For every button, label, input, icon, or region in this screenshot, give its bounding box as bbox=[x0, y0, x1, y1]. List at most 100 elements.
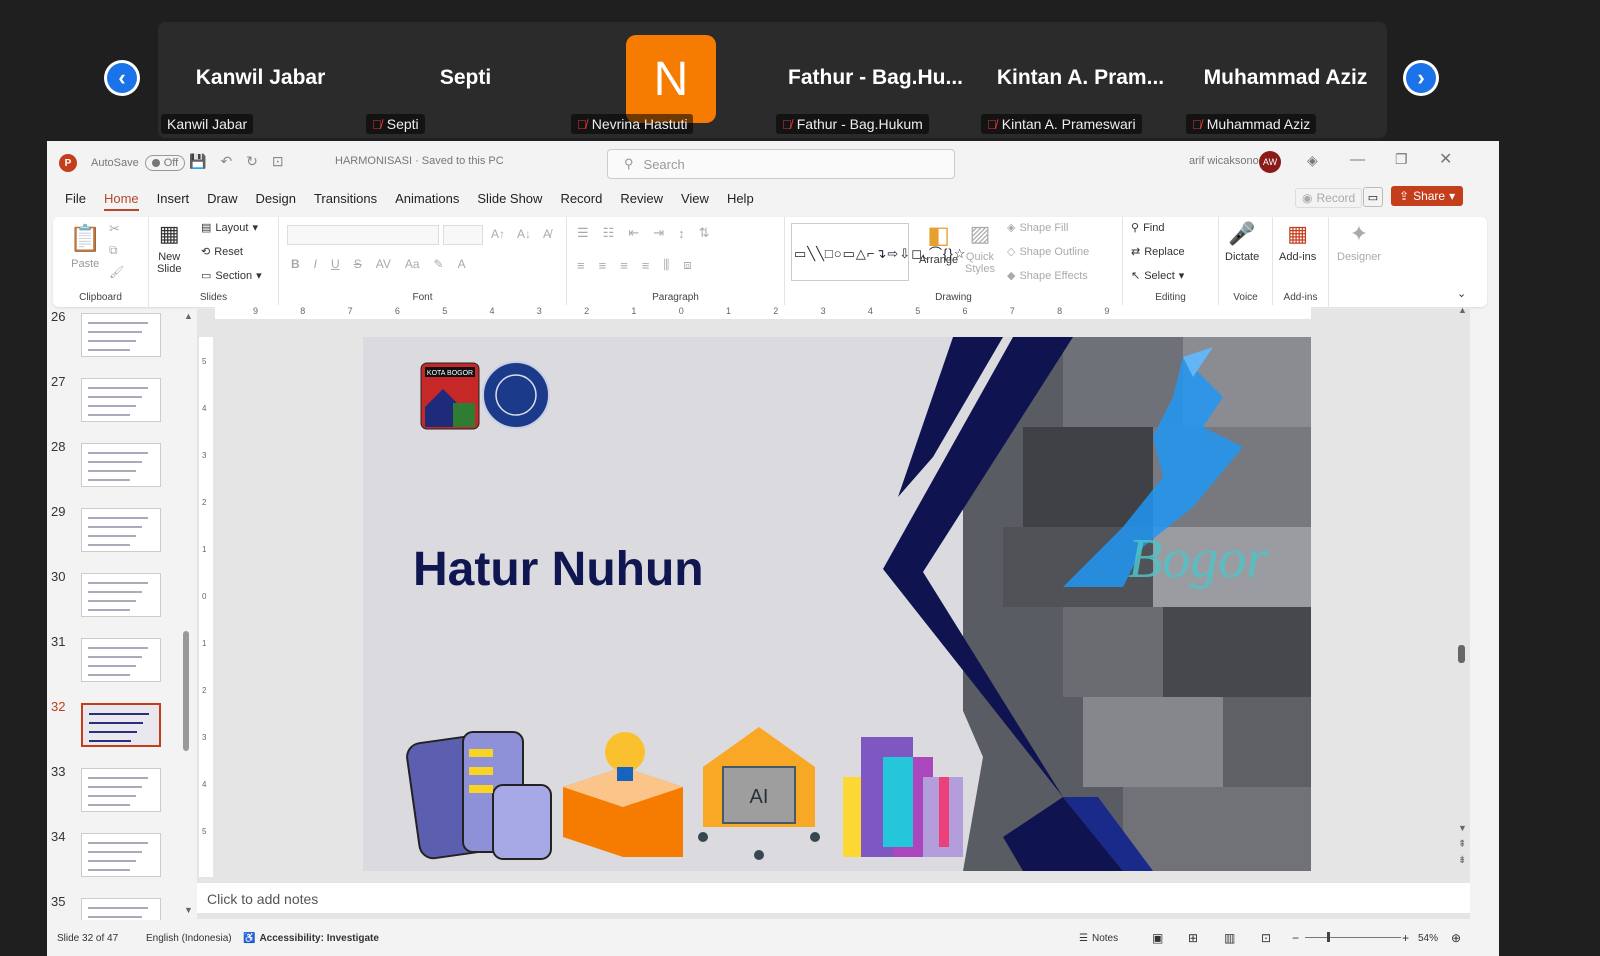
tab-design[interactable]: Design bbox=[256, 191, 296, 211]
comments-button[interactable]: ▭ bbox=[1363, 187, 1383, 207]
participant-tile[interactable]: Fathur - Bag.Hu... 🎙̸ Fathur - Bag.Hukum bbox=[773, 22, 978, 138]
font-size-select[interactable] bbox=[443, 225, 483, 245]
participant-tile[interactable]: Kanwil Jabar Kanwil Jabar bbox=[158, 22, 363, 138]
tab-slide-show[interactable]: Slide Show bbox=[477, 191, 542, 211]
change-case-icon[interactable]: Aa bbox=[405, 257, 420, 271]
scroll-up-icon[interactable]: ▲ bbox=[1458, 305, 1467, 315]
autosave-switch[interactable]: Off bbox=[144, 155, 186, 171]
tab-home[interactable]: Home bbox=[103, 191, 139, 211]
section-button[interactable]: ▭ Section ▾ bbox=[201, 269, 262, 283]
copy-icon[interactable]: ⧉ bbox=[109, 243, 118, 258]
increase-indent-icon[interactable]: ⇥ bbox=[653, 225, 664, 241]
zoom-out-icon[interactable]: − bbox=[1292, 931, 1299, 945]
previous-slide-icon[interactable]: ⇞ bbox=[1458, 839, 1466, 850]
tab-file[interactable]: File bbox=[65, 191, 86, 211]
justify-icon[interactable]: ≡ bbox=[642, 258, 650, 273]
shape-outline-button[interactable]: ◇ Shape Outline bbox=[1007, 245, 1089, 259]
fit-to-window-icon[interactable]: ⊕ bbox=[1451, 931, 1461, 945]
decrease-font-icon[interactable]: A↓ bbox=[517, 227, 531, 241]
scrollbar-thumb[interactable] bbox=[183, 631, 189, 751]
align-left-icon[interactable]: ≡ bbox=[577, 258, 585, 273]
next-slide-icon[interactable]: ⇟ bbox=[1458, 855, 1466, 866]
decrease-indent-icon[interactable]: ⇤ bbox=[628, 225, 639, 241]
next-page-button[interactable]: › bbox=[1403, 60, 1439, 96]
bold-icon[interactable]: B bbox=[291, 257, 300, 271]
notes-button[interactable]: ☰ Notes bbox=[1079, 933, 1118, 944]
slide-sorter-icon[interactable]: ⊞ bbox=[1188, 931, 1198, 945]
slide-thumbnail[interactable]: 29 bbox=[47, 504, 187, 564]
align-center-icon[interactable]: ≡ bbox=[599, 258, 607, 273]
language-status[interactable]: English (Indonesia) bbox=[146, 933, 232, 944]
participant-tile[interactable]: Muhammad Aziz 🎙̸ Muhammad Aziz bbox=[1183, 22, 1388, 138]
reading-view-icon[interactable]: ▥ bbox=[1224, 931, 1235, 945]
increase-font-icon[interactable]: A↑ bbox=[491, 227, 505, 241]
share-button[interactable]: ⇪ Share ▾ bbox=[1391, 186, 1464, 206]
shape-fill-button[interactable]: ◈ Shape Fill bbox=[1007, 221, 1068, 235]
new-slide-button[interactable]: ▦ New Slide bbox=[157, 221, 181, 275]
search-box[interactable]: ⚲ Search bbox=[607, 149, 955, 179]
smartart-icon[interactable]: ⧈ bbox=[683, 257, 691, 273]
record-button[interactable]: ◉ Record bbox=[1295, 188, 1363, 208]
document-title[interactable]: HARMONISASI · Saved to this PC bbox=[335, 155, 504, 167]
slide-thumbnail[interactable]: 31 bbox=[47, 634, 187, 694]
cut-icon[interactable]: ✂ bbox=[109, 221, 120, 237]
tab-record[interactable]: Record bbox=[560, 191, 602, 211]
thumbnail-scrollbar[interactable]: ▲ ▼ bbox=[182, 311, 193, 915]
text-direction-icon[interactable]: ⇅ bbox=[699, 225, 710, 241]
scroll-down-icon[interactable]: ▼ bbox=[184, 905, 193, 915]
save-icon[interactable]: 💾 bbox=[189, 153, 206, 170]
align-right-icon[interactable]: ≡ bbox=[620, 258, 628, 273]
find-button[interactable]: ⚲ Find bbox=[1131, 221, 1164, 235]
numbering-icon[interactable]: ☷ bbox=[603, 225, 615, 241]
char-spacing-icon[interactable]: AV bbox=[376, 257, 391, 271]
user-avatar[interactable]: AW bbox=[1259, 151, 1281, 173]
tab-review[interactable]: Review bbox=[620, 191, 663, 211]
autosave-toggle[interactable]: AutoSave Off bbox=[91, 155, 186, 171]
slide-thumbnail[interactable]: 32 bbox=[47, 699, 187, 759]
reset-button[interactable]: ⟲ Reset bbox=[201, 245, 243, 259]
participant-tile[interactable]: Septi 🎙̸ Septi bbox=[363, 22, 568, 138]
tab-draw[interactable]: Draw bbox=[207, 191, 237, 211]
replace-button[interactable]: ⇄ Replace bbox=[1131, 245, 1185, 259]
clear-format-icon[interactable]: A̸ bbox=[543, 227, 551, 241]
tab-transitions[interactable]: Transitions bbox=[314, 191, 377, 211]
scroll-up-icon[interactable]: ▲ bbox=[184, 311, 193, 321]
dictate-button[interactable]: 🎤 Dictate bbox=[1225, 221, 1259, 263]
designer-button[interactable]: ✦ Designer bbox=[1337, 221, 1381, 263]
font-name-select[interactable] bbox=[287, 225, 439, 245]
editor-scrollbar[interactable]: ▲ ▼ ⇞ ⇟ bbox=[1456, 305, 1470, 885]
tab-view[interactable]: View bbox=[681, 191, 709, 211]
notes-pane[interactable]: Click to add notes bbox=[197, 883, 1470, 913]
zoom-level[interactable]: 54% bbox=[1418, 933, 1438, 944]
slide-thumbnail[interactable]: 35 bbox=[47, 894, 187, 920]
shapes-gallery[interactable]: ▭╲╲□○▭△⌐↴⇨⇩◻◟⌒{}☆ bbox=[791, 223, 965, 281]
tab-help[interactable]: Help bbox=[727, 191, 754, 211]
shape-effects-button[interactable]: ◆ Shape Effects bbox=[1007, 269, 1088, 283]
slideshow-icon[interactable]: ⊡ bbox=[1261, 931, 1271, 945]
undo-icon[interactable]: ↶ bbox=[220, 153, 232, 170]
scrollbar-thumb[interactable] bbox=[1458, 645, 1465, 663]
minimize-button[interactable]: — bbox=[1350, 151, 1365, 168]
redo-icon[interactable]: ↻ bbox=[246, 153, 258, 170]
collapse-ribbon-icon[interactable]: ⌄ bbox=[1457, 287, 1466, 300]
participant-tile[interactable]: N 🎙̸ Nevrina Hastuti bbox=[568, 22, 773, 138]
highlight-icon[interactable]: ✎ bbox=[434, 257, 444, 271]
participant-tile[interactable]: Kintan A. Pram... 🎙̸ Kintan A. Prameswari bbox=[978, 22, 1183, 138]
select-button[interactable]: ↖ Select ▾ bbox=[1131, 269, 1184, 283]
slide-thumbnail[interactable]: 34 bbox=[47, 829, 187, 889]
slide-thumbnail[interactable]: 33 bbox=[47, 764, 187, 824]
accessibility-status[interactable]: ♿ Accessibility: Investigate bbox=[243, 933, 379, 944]
slide-thumbnail[interactable]: 27 bbox=[47, 374, 187, 434]
arrange-button[interactable]: ◧ Arrange bbox=[919, 221, 958, 266]
zoom-in-icon[interactable]: + bbox=[1402, 931, 1409, 945]
restore-button[interactable]: ❐ bbox=[1395, 151, 1408, 168]
present-icon[interactable]: ⊡ bbox=[272, 153, 284, 170]
tab-animations[interactable]: Animations bbox=[395, 191, 459, 211]
slide-canvas[interactable]: Bogor KOTA BOGOR Hatur Nuhun AI bbox=[363, 337, 1311, 871]
scroll-down-icon[interactable]: ▼ bbox=[1458, 823, 1467, 833]
zoom-slider[interactable] bbox=[1305, 937, 1401, 938]
layout-button[interactable]: ▤ Layout ▾ bbox=[201, 221, 258, 235]
font-color-icon[interactable]: A bbox=[458, 257, 466, 271]
bullets-icon[interactable]: ☰ bbox=[577, 225, 589, 241]
slide-thumbnail[interactable]: 26 bbox=[47, 309, 187, 369]
